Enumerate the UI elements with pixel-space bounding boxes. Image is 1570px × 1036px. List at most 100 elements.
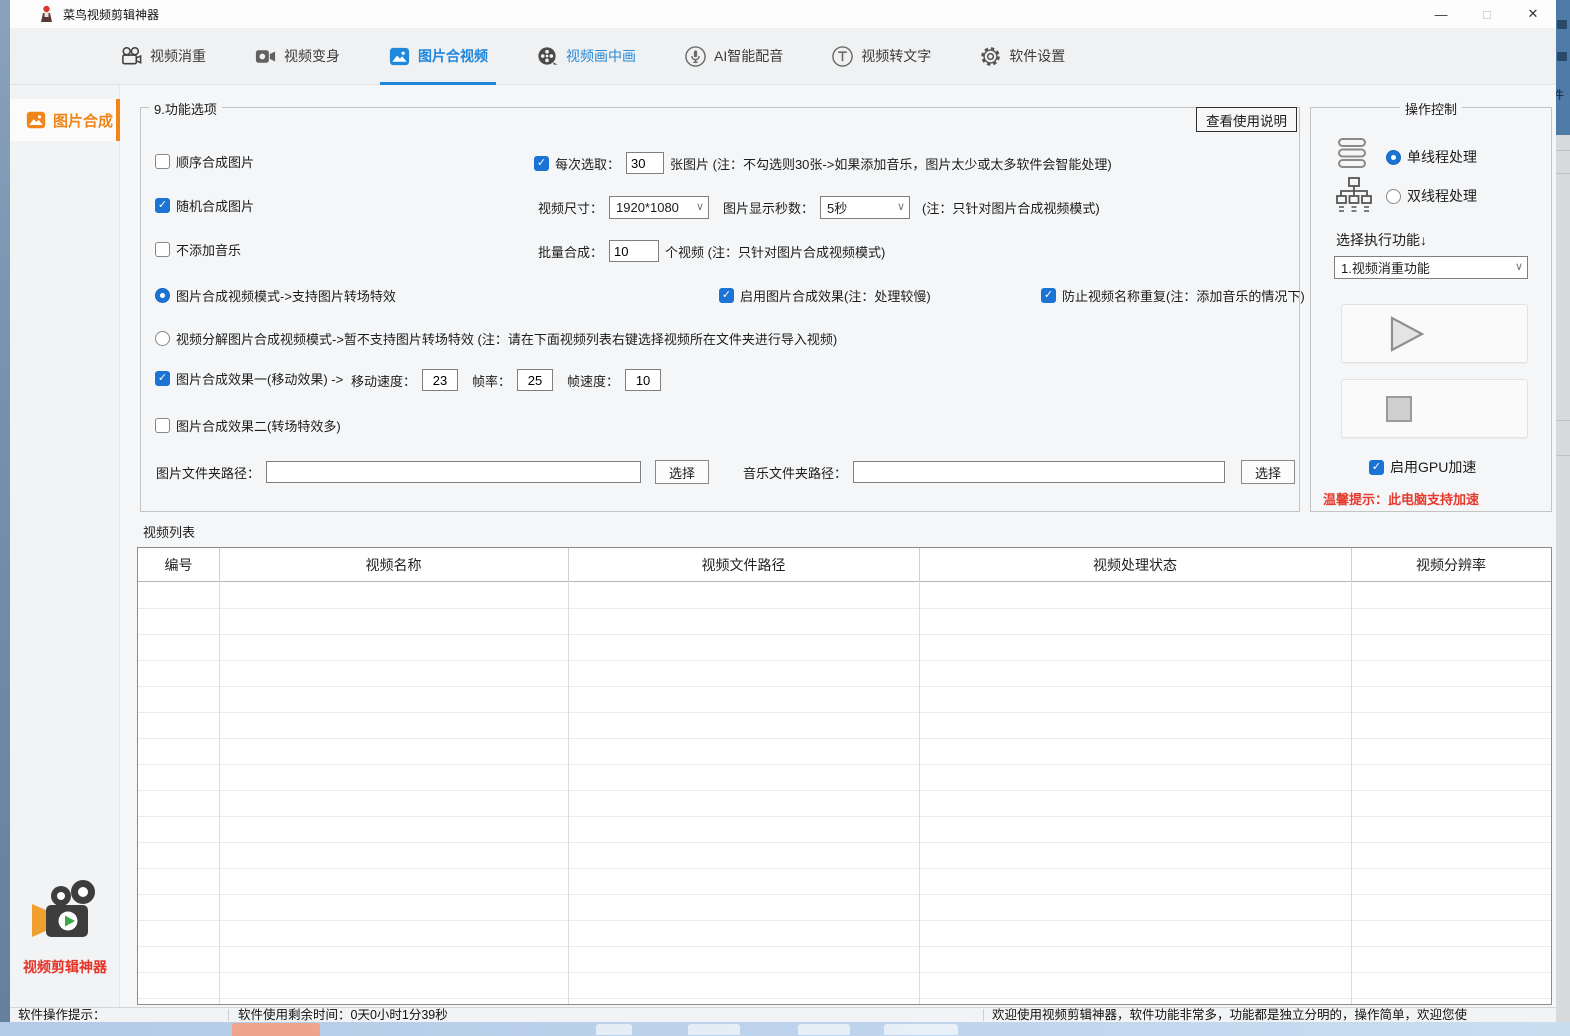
music-folder-input[interactable] [853, 461, 1225, 483]
chevron-down-icon: ∨ [1515, 260, 1523, 273]
picture-icon [388, 45, 411, 68]
effect-enable-checkbox[interactable] [719, 288, 734, 303]
app-window: 菜鸟视频剪辑神器 — □ ✕ 视频消重 [10, 0, 1556, 1022]
image-folder-browse-button[interactable]: 选择 [655, 460, 709, 484]
movie-camera-icon [120, 45, 143, 68]
picture-mode-radio[interactable] [155, 288, 170, 303]
double-thread-icon [1335, 176, 1373, 214]
random-compose-checkbox[interactable] [155, 198, 170, 213]
gpu-label: 启用GPU加速 [1390, 457, 1476, 477]
function-select[interactable]: 1.视频消重功能 ∨ [1334, 256, 1528, 279]
single-thread-radio[interactable] [1386, 150, 1401, 165]
microphone-icon [684, 45, 707, 68]
batch-note: 个视频 (注：只针对图片合成视频模式) [665, 242, 885, 261]
tab-video-dedup[interactable]: 视频消重 [118, 28, 208, 85]
clipped-glyph: 〕 [1556, 335, 1564, 352]
close-button[interactable]: ✕ [1510, 0, 1556, 28]
main-area: 图片合成 视频剪辑神器 9.功能选项 查看使用说明 [10, 85, 1556, 1007]
column-header-resolution: 视频分辨率 [1351, 548, 1551, 582]
image-folder-input[interactable] [266, 461, 641, 483]
double-thread-label: 双线程处理 [1407, 186, 1477, 206]
tab-ai-dubbing[interactable]: AI智能配音 [682, 28, 785, 85]
tab-video-transform[interactable]: 视频变身 [252, 28, 342, 85]
unique-name-checkbox[interactable] [1041, 288, 1056, 303]
view-manual-button[interactable]: 查看使用说明 [1196, 107, 1297, 132]
tab-label: 视频消重 [150, 46, 206, 66]
single-thread-icon [1337, 136, 1367, 170]
effect2-checkbox[interactable] [155, 418, 170, 433]
letter-t-icon [831, 45, 854, 68]
clipped-glyph [1557, 20, 1567, 29]
minimize-button[interactable]: — [1418, 0, 1464, 28]
image-folder-label: 图片文件夹路径： [156, 463, 260, 482]
single-thread-label: 单线程处理 [1407, 147, 1477, 167]
desktop: 菜鸟视频剪辑神器 — □ ✕ 视频消重 [0, 0, 1570, 1036]
double-thread-radio[interactable] [1386, 189, 1401, 204]
edge-line [1556, 455, 1570, 456]
video-list-body[interactable] [138, 583, 1551, 1004]
taskbar-edge [0, 1022, 1570, 1036]
status-remaining-time: 软件使用剩余时间：0天0小时1分39秒 [238, 1008, 448, 1022]
music-folder-label: 音乐文件夹路径： [743, 463, 847, 482]
play-icon [1384, 314, 1428, 354]
film-reel-icon [536, 45, 559, 68]
pick-count-checkbox[interactable] [534, 156, 549, 171]
status-prefix: 软件操作提示： [18, 1008, 106, 1022]
video-list-title: 视频列表 [143, 522, 195, 541]
function-select-value: 1.视频消重功能 [1341, 258, 1430, 277]
gear-icon [979, 45, 1002, 68]
gpu-tip-text: 温馨提示：此电脑支持加速 [1323, 489, 1479, 508]
unique-name-label: 防止视频名称重复(注：添加音乐的情况下) [1062, 286, 1305, 305]
video-size-select[interactable]: 1920*1080 ∨ [609, 196, 709, 219]
effect1-label: 图片合成效果一(移动效果) -> [176, 369, 343, 388]
maximize-button[interactable]: □ [1464, 0, 1510, 28]
music-folder-browse-button[interactable]: 选择 [1241, 460, 1295, 484]
tabbar: 视频消重 视频变身 图片合视频 [10, 28, 1556, 85]
status-welcome-text: 欢迎使用视频剪辑神器，软件功能非常多，功能都是独立分明的，操作简单，欢迎您使 [992, 1008, 1467, 1022]
column-header-path: 视频文件路径 [568, 548, 919, 582]
taskbar-icon-fragment [688, 1024, 740, 1035]
tab-picture-to-video[interactable]: 图片合视频 [386, 28, 490, 85]
gpu-checkbox[interactable] [1369, 460, 1384, 475]
video-size-label: 视频尺寸： [538, 198, 603, 217]
column-divider [219, 548, 220, 1004]
frame-speed-label: 帧速度： [567, 371, 619, 390]
options-groupbox: 9.功能选项 查看使用说明 顺序合成图片 每次选取： 张图片 (注：不勾选则30… [140, 107, 1300, 512]
start-button[interactable] [1341, 304, 1528, 363]
video-camera-icon [254, 45, 277, 68]
picture-mode-label: 图片合成视频模式->支持图片转场特效 [176, 286, 396, 305]
taskbar-icon-fragment [232, 1023, 320, 1036]
stop-button[interactable] [1341, 379, 1528, 438]
move-speed-input[interactable] [422, 369, 458, 391]
column-header-status: 视频处理状态 [919, 548, 1351, 582]
pick-count-note: 张图片 (注：不勾选则30张->如果添加音乐，图片太少或太多软件会智能处理) [670, 154, 1112, 173]
pick-count-input[interactable] [626, 152, 664, 174]
titlebar: 菜鸟视频剪辑神器 — □ ✕ [10, 0, 1556, 28]
batch-label: 批量合成： [538, 242, 603, 261]
random-compose-label: 随机合成图片 [176, 196, 254, 215]
sequential-compose-checkbox[interactable] [155, 154, 170, 169]
desktop-right-edge: 件 〕 [1556, 0, 1570, 1022]
video-list-table[interactable]: 编号 视频名称 视频文件路径 视频处理状态 视频分辨率 [137, 547, 1552, 1005]
header-divider [1351, 548, 1352, 582]
no-music-checkbox[interactable] [155, 242, 170, 257]
batch-input[interactable] [609, 240, 659, 262]
effect1-checkbox[interactable] [155, 371, 170, 386]
chevron-down-icon: ∨ [696, 200, 704, 213]
fps-input[interactable] [517, 369, 553, 391]
tab-settings[interactable]: 软件设置 [977, 28, 1067, 85]
tab-video-to-text[interactable]: 视频转文字 [829, 28, 933, 85]
decompose-mode-label: 视频分解图片合成视频模式->暂不支持图片转场特效 (注：请在下面视频列表右键选择… [176, 329, 837, 348]
seconds-select[interactable]: 5秒 ∨ [820, 196, 910, 219]
clipped-glyph: 件 [1556, 86, 1564, 103]
app-logo-icon [30, 878, 102, 948]
decompose-mode-radio[interactable] [155, 331, 170, 346]
frame-speed-input[interactable] [625, 369, 661, 391]
sequential-compose-label: 顺序合成图片 [176, 152, 254, 171]
sidebar-item-picture-compose[interactable]: 图片合成 [10, 99, 120, 141]
control-group-title: 操作控制 [1400, 99, 1462, 118]
seconds-label: 图片显示秒数： [723, 198, 814, 217]
seconds-value: 5秒 [827, 198, 847, 217]
tab-label: 视频画中画 [566, 46, 636, 66]
tab-video-pip[interactable]: 视频画中画 [534, 28, 638, 85]
